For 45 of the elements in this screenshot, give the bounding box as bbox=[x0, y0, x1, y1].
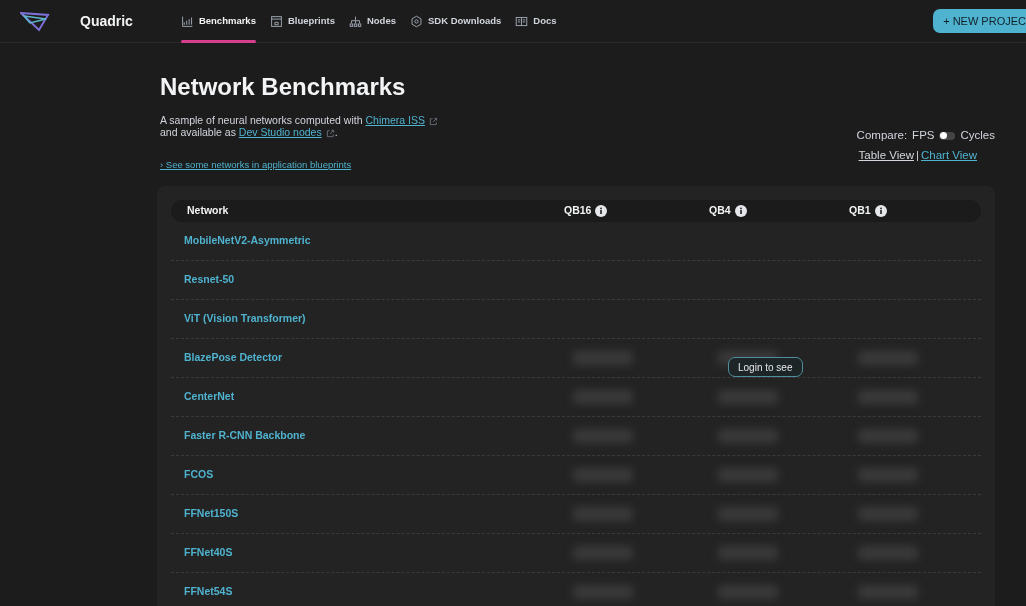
compare-label: Compare: bbox=[856, 128, 908, 143]
intro-text: A sample of neural networks computed with Chimera ISS and available as Dev Studio nodes . bbox=[160, 114, 490, 138]
book-icon bbox=[515, 14, 529, 28]
blueprints-link[interactable]: › See some networks in application blueprints bbox=[160, 158, 490, 173]
column-header: Network bbox=[187, 203, 229, 219]
network-link[interactable]: FCOS bbox=[184, 467, 561, 484]
column-header: QB16 bbox=[564, 203, 592, 219]
chart-icon bbox=[180, 14, 194, 28]
network-link[interactable]: MobileNetV2-Asymmetric bbox=[184, 233, 561, 250]
hexagon-icon bbox=[409, 14, 423, 28]
network-link[interactable]: Resnet-50 bbox=[184, 272, 561, 289]
nav-tab[interactable]: Blueprints bbox=[269, 0, 335, 42]
view-link[interactable]: Table View bbox=[858, 147, 914, 165]
external-link-icon bbox=[429, 116, 438, 126]
info-icon[interactable] bbox=[734, 205, 747, 218]
page-title: Network Benchmarks bbox=[160, 72, 407, 102]
network-link[interactable]: BlazePose Detector bbox=[184, 350, 561, 367]
column-header: QB1 bbox=[849, 203, 871, 219]
link[interactable]: Chimera ISS bbox=[365, 114, 425, 126]
new-project-button[interactable]: + NEW PROJEC bbox=[933, 9, 1026, 33]
column-header: QB4 bbox=[709, 203, 731, 219]
toggle-switch[interactable] bbox=[939, 131, 956, 140]
network-link[interactable]: Faster R-CNN Backbone bbox=[184, 428, 561, 445]
network-link[interactable]: ViT (Vision Transformer) bbox=[184, 311, 561, 328]
nav-tab[interactable]: Nodes bbox=[348, 0, 396, 42]
network-link[interactable]: FFNet40S bbox=[184, 545, 561, 562]
window-icon bbox=[269, 14, 283, 28]
info-icon[interactable] bbox=[874, 205, 887, 218]
nav-tab[interactable]: Benchmarks bbox=[180, 0, 256, 42]
fps-label: FPS bbox=[912, 128, 935, 143]
hierarchy-icon bbox=[348, 14, 362, 28]
nav-tab[interactable]: SDK Downloads bbox=[409, 0, 502, 42]
external-link-icon bbox=[325, 128, 335, 138]
link[interactable]: Dev Studio nodes bbox=[238, 126, 322, 138]
brand-name: Quadric bbox=[80, 11, 133, 31]
logo-icon[interactable] bbox=[20, 10, 50, 32]
view-link[interactable]: Chart View bbox=[920, 147, 977, 165]
login-button[interactable]: Login to see bbox=[728, 357, 803, 378]
network-link[interactable]: CenterNet bbox=[184, 389, 561, 406]
cycles-label: Cycles bbox=[960, 128, 995, 143]
info-icon[interactable] bbox=[595, 205, 608, 218]
network-link[interactable]: FFNet150S bbox=[184, 506, 561, 523]
separator: | bbox=[915, 148, 919, 164]
network-link[interactable]: FFNet54S bbox=[184, 584, 561, 601]
nav-tab[interactable]: Docs bbox=[515, 0, 557, 42]
